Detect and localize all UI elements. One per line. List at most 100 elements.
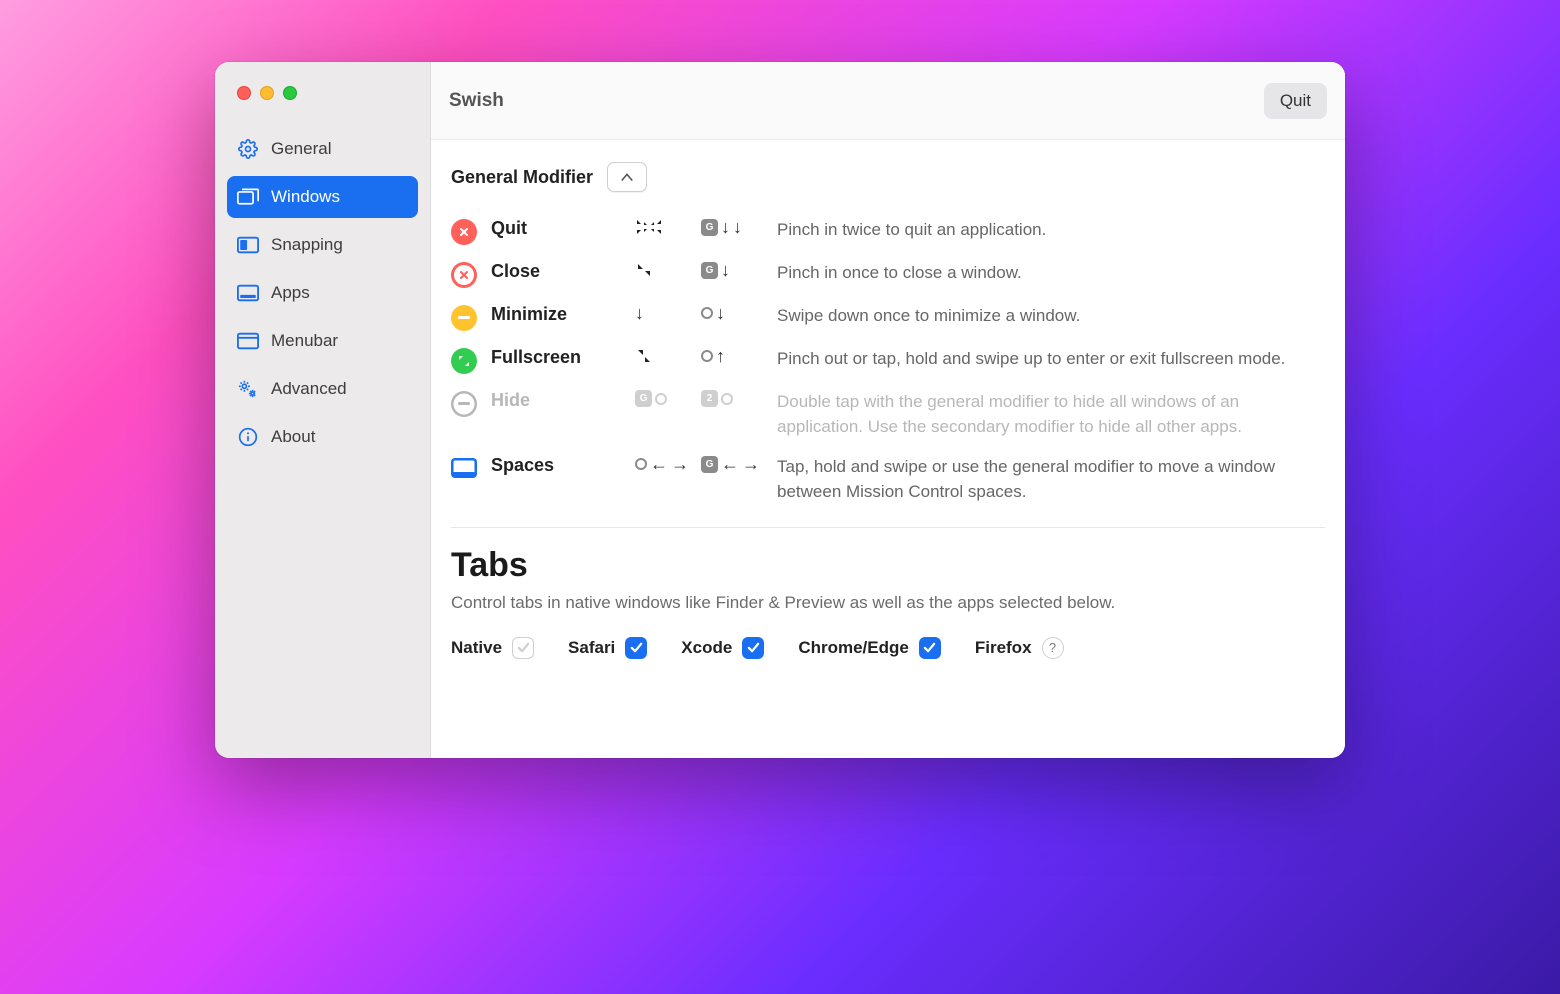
- sidebar-item-advanced[interactable]: Advanced: [227, 368, 418, 410]
- content-scroll[interactable]: General Modifier Quit G ↓ ↓: [431, 140, 1345, 758]
- gesture-row-spaces[interactable]: Spaces ←→ G ←→ Tap, hold and swipe or us…: [451, 447, 1325, 512]
- hide-badge-icon: [451, 391, 477, 417]
- tab-option-label: Firefox: [975, 638, 1032, 658]
- checkbox-icon[interactable]: [625, 637, 647, 659]
- tab-option-firefox[interactable]: Firefox ?: [975, 637, 1064, 659]
- arrow-left-icon: ←: [721, 455, 739, 473]
- checkbox-icon[interactable]: [919, 637, 941, 659]
- sidebar-item-label: Menubar: [271, 331, 338, 351]
- arrow-down-icon: ↓: [721, 218, 730, 236]
- gears-icon: [237, 378, 259, 400]
- apps-icon: [237, 282, 259, 304]
- shortcut-glyph: G ↓: [701, 261, 777, 279]
- gesture-row-close[interactable]: Close G ↓ Pinch in once to close a windo…: [451, 253, 1325, 296]
- shortcut-glyph: ↑: [701, 347, 777, 365]
- app-title: Swish: [449, 90, 504, 112]
- tabs-options-row: Native Safari Xcode: [451, 637, 1325, 659]
- gesture-title: Fullscreen: [491, 347, 635, 368]
- arrow-left-icon: ←: [650, 455, 668, 473]
- shortcut-glyph: ↓: [701, 304, 777, 322]
- sidebar-item-snapping[interactable]: Snapping: [227, 224, 418, 266]
- info-icon: [237, 426, 259, 448]
- arrow-up-icon: ↑: [716, 347, 725, 365]
- secondary-key-icon: 2: [701, 390, 718, 407]
- arrow-down-icon: ↓: [635, 304, 644, 322]
- arrow-down-icon: ↓: [733, 218, 742, 236]
- arrow-right-icon: →: [742, 455, 760, 473]
- tap-icon: [635, 458, 647, 470]
- tab-option-label: Chrome/Edge: [798, 638, 909, 658]
- gesture-glyph-pinch-out: [635, 347, 701, 365]
- tab-option-native[interactable]: Native: [451, 637, 534, 659]
- tap-icon: [655, 393, 667, 405]
- sidebar-item-label: About: [271, 427, 315, 447]
- gesture-row-quit[interactable]: Quit G ↓ ↓ Pinch in twice to quit an app…: [451, 210, 1325, 253]
- shortcut-glyph: 2: [701, 390, 777, 407]
- shortcut-glyph: G ↓ ↓: [701, 218, 777, 236]
- general-modifier-key[interactable]: [607, 162, 647, 192]
- gesture-row-fullscreen[interactable]: Fullscreen ↑ Pinch out or tap, hold and …: [451, 339, 1325, 382]
- modifier-key-icon: G: [701, 219, 718, 236]
- section-divider: [451, 527, 1325, 528]
- sidebar-item-label: Snapping: [271, 235, 343, 255]
- tap-icon: [701, 350, 713, 362]
- sidebar: General Windows Snapping Apps: [215, 62, 431, 758]
- sidebar-item-label: General: [271, 139, 331, 159]
- sidebar-item-about[interactable]: About: [227, 416, 418, 458]
- arrow-right-icon: →: [671, 455, 689, 473]
- general-modifier-label: General Modifier: [451, 167, 593, 188]
- windows-icon: [237, 186, 259, 208]
- gesture-title: Close: [491, 261, 635, 282]
- control-key-icon: [620, 170, 634, 184]
- checkbox-icon[interactable]: [742, 637, 764, 659]
- sidebar-nav: General Windows Snapping Apps: [215, 128, 430, 458]
- menubar-icon: [237, 330, 259, 352]
- gesture-title: Spaces: [491, 455, 635, 476]
- quit-badge-icon: [451, 219, 477, 245]
- minimize-window-icon[interactable]: [260, 86, 274, 100]
- tab-option-label: Safari: [568, 638, 615, 658]
- gesture-desc: Swipe down once to minimize a window.: [777, 304, 1325, 329]
- tab-option-xcode[interactable]: Xcode: [681, 637, 764, 659]
- sidebar-item-apps[interactable]: Apps: [227, 272, 418, 314]
- arrow-down-icon: ↓: [716, 304, 725, 322]
- close-window-icon[interactable]: [237, 86, 251, 100]
- tab-option-chrome-edge[interactable]: Chrome/Edge: [798, 637, 941, 659]
- gesture-desc: Tap, hold and swipe or use the general m…: [777, 455, 1325, 504]
- sidebar-item-label: Advanced: [271, 379, 347, 399]
- main-panel: Swish Quit General Modifier Quit: [431, 62, 1345, 758]
- sidebar-item-windows[interactable]: Windows: [227, 176, 418, 218]
- tab-option-label: Native: [451, 638, 502, 658]
- help-icon[interactable]: ?: [1042, 637, 1064, 659]
- sidebar-item-menubar[interactable]: Menubar: [227, 320, 418, 362]
- sidebar-item-label: Apps: [271, 283, 310, 303]
- gesture-row-hide[interactable]: Hide G 2 Double tap with the general mod…: [451, 382, 1325, 447]
- sidebar-item-general[interactable]: General: [227, 128, 418, 170]
- close-badge-icon: [451, 262, 477, 288]
- gesture-desc: Pinch out or tap, hold and swipe up to e…: [777, 347, 1325, 372]
- tab-option-safari[interactable]: Safari: [568, 637, 647, 659]
- tap-icon: [701, 307, 713, 319]
- gesture-glyph-tap-swipe: ←→: [635, 455, 701, 473]
- modifier-key-icon: G: [701, 456, 718, 473]
- gesture-desc: Pinch in once to close a window.: [777, 261, 1325, 286]
- modifier-key-icon: G: [701, 262, 718, 279]
- tab-option-label: Xcode: [681, 638, 732, 658]
- quit-button[interactable]: Quit: [1264, 83, 1327, 119]
- app-window: General Windows Snapping Apps: [215, 62, 1345, 758]
- checkbox-icon[interactable]: [512, 637, 534, 659]
- tabs-heading: Tabs: [451, 546, 1325, 585]
- gesture-glyph-pinch-in: [635, 261, 701, 279]
- snapping-icon: [237, 234, 259, 256]
- gesture-glyph-pinch-in-twice: [635, 218, 701, 236]
- tap-icon: [721, 393, 733, 405]
- zoom-window-icon[interactable]: [283, 86, 297, 100]
- gesture-glyph-swipe-down: ↓: [635, 304, 701, 322]
- window-controls: [215, 82, 430, 128]
- gesture-glyph-double-tap: G: [635, 390, 701, 407]
- gesture-title: Quit: [491, 218, 635, 239]
- shortcut-glyph: G ←→: [701, 455, 777, 473]
- sidebar-item-label: Windows: [271, 187, 340, 207]
- gesture-row-minimize[interactable]: Minimize ↓ ↓ Swipe down once to minimize…: [451, 296, 1325, 339]
- gesture-desc: Double tap with the general modifier to …: [777, 390, 1325, 439]
